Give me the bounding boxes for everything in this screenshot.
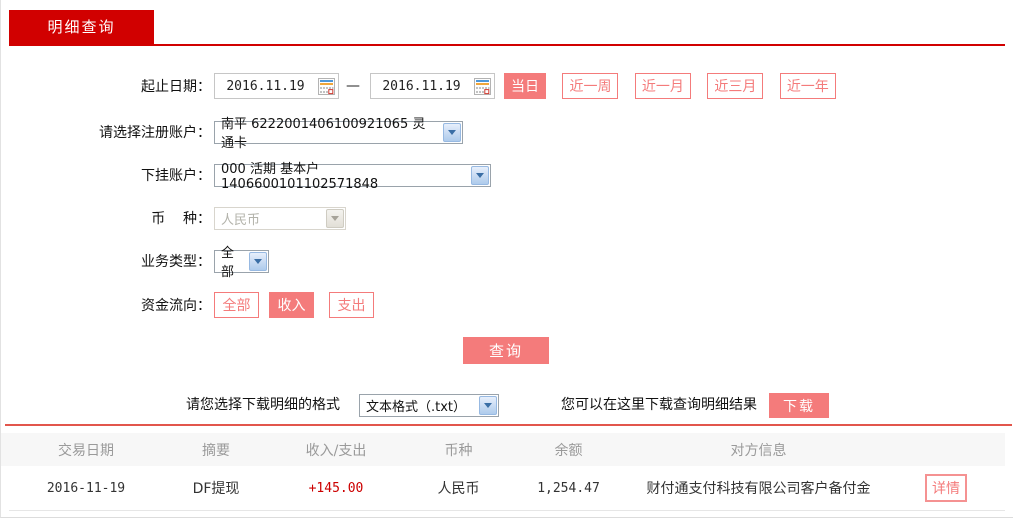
register-account-value: 南平 6222001406100921065 灵通卡: [221, 117, 426, 151]
header-summary: 摘要: [202, 442, 230, 459]
calendar-icon[interactable]: [318, 78, 335, 95]
currency-value: 人民币: [221, 212, 261, 228]
quick-month-button[interactable]: 近一月: [634, 73, 691, 99]
sub-account-value: 000 活期 基本户 1406600101102571848: [221, 162, 379, 192]
flow-income-button[interactable]: 收入: [269, 292, 314, 318]
fund-flow-label: 资金流向：: [141, 298, 211, 314]
header-counterparty: 对方信息: [730, 442, 787, 459]
quick-week-button[interactable]: 近一周: [562, 73, 619, 99]
row-counterparty: 财付通支付科技有限公司客户备付金: [646, 481, 871, 497]
quick-year-button[interactable]: 近一年: [779, 73, 836, 99]
quick-range-buttons: 当日 近一周 近一月 近三月 近一年: [495, 73, 836, 99]
row-divider: [9, 510, 1005, 511]
detail-button[interactable]: 详情: [925, 474, 967, 502]
download-format-value: 文本格式（.txt）: [366, 400, 467, 415]
business-type-label: 业务类型：: [141, 254, 211, 270]
currency-select: 人民币: [214, 206, 346, 230]
detail-query-page: 明细查询 起止日期： 2016.11.19 — 2016.11.19 当日 近一…: [0, 0, 1013, 518]
download-hint: 您可以在这里下载查询明细结果: [561, 397, 757, 413]
header-date: 交易日期: [58, 442, 114, 459]
date-range-label: 起止日期：: [141, 79, 211, 95]
download-row: 请您选择下载明细的格式 文本格式（.txt） 您可以在这里下载查询明细结果 下载: [1, 393, 1013, 418]
business-type-row: 业务类型： 全部: [1, 246, 1013, 280]
chevron-down-icon[interactable]: [471, 165, 489, 185]
fund-flow-row: 资金流向： 全部 收入 支出: [1, 292, 1013, 318]
table-header: 交易日期 摘要 收入/支出 币种 余额 对方信息: [1, 433, 1005, 466]
flow-expense-button[interactable]: 支出: [329, 292, 374, 318]
download-format-select[interactable]: 文本格式（.txt）: [359, 394, 499, 417]
header-balance: 余额: [554, 442, 583, 459]
currency-label: 币 种：: [151, 211, 211, 227]
row-amount: +145.00: [308, 480, 364, 496]
row-balance: 1,254.47: [537, 480, 600, 496]
table-row: 2016-11-19 DF提现 +145.00 人民币 1,254.47 财付通…: [1, 466, 1005, 510]
sub-account-select[interactable]: 000 活期 基本户 1406600101102571848: [214, 162, 491, 192]
download-button[interactable]: 下载: [769, 393, 829, 418]
calendar-icon[interactable]: [474, 78, 491, 95]
row-action: 详情: [886, 474, 1006, 502]
register-account-label: 请选择注册账户：: [99, 125, 211, 141]
end-date-value: 2016.11.19: [382, 78, 461, 94]
date-range-separator: —: [346, 78, 360, 94]
tab-underline: [9, 44, 1005, 46]
start-date-input[interactable]: 2016.11.19: [214, 73, 339, 99]
quick-quarter-button[interactable]: 近三月: [707, 73, 764, 99]
quick-today-button[interactable]: 当日: [504, 73, 546, 99]
chevron-down-icon[interactable]: [249, 251, 267, 271]
business-type-value: 全部: [221, 246, 235, 280]
tab-detail-query[interactable]: 明细查询: [9, 10, 154, 44]
query-button[interactable]: 查询: [463, 337, 549, 364]
section-divider: [5, 424, 1012, 426]
flow-all-button[interactable]: 全部: [214, 292, 259, 318]
row-currency: 人民币: [437, 481, 480, 497]
currency-row: 币 种： 人民币: [1, 205, 1013, 231]
row-summary: DF提现: [192, 481, 240, 497]
row-date: 2016-11-19: [46, 480, 126, 496]
business-type-select[interactable]: 全部: [214, 246, 269, 280]
end-date-input[interactable]: 2016.11.19: [370, 73, 495, 99]
date-range-row: 起止日期： 2016.11.19 — 2016.11.19 当日 近一周 近一月…: [1, 73, 1013, 99]
sub-account-label: 下挂账户：: [141, 168, 211, 184]
header-amount: 收入/支出: [305, 442, 367, 459]
register-account-select[interactable]: 南平 6222001406100921065 灵通卡: [214, 117, 463, 151]
chevron-down-icon: [326, 208, 344, 228]
start-date-value: 2016.11.19: [226, 78, 305, 94]
download-format-label: 请您选择下载明细的格式: [186, 397, 340, 413]
chevron-down-icon[interactable]: [443, 122, 461, 142]
register-account-row: 请选择注册账户： 南平 6222001406100921065 灵通卡: [1, 117, 1013, 151]
sub-account-row: 下挂账户： 000 活期 基本户 1406600101102571848: [1, 162, 1013, 192]
chevron-down-icon[interactable]: [479, 396, 497, 415]
header-currency: 币种: [444, 442, 473, 459]
